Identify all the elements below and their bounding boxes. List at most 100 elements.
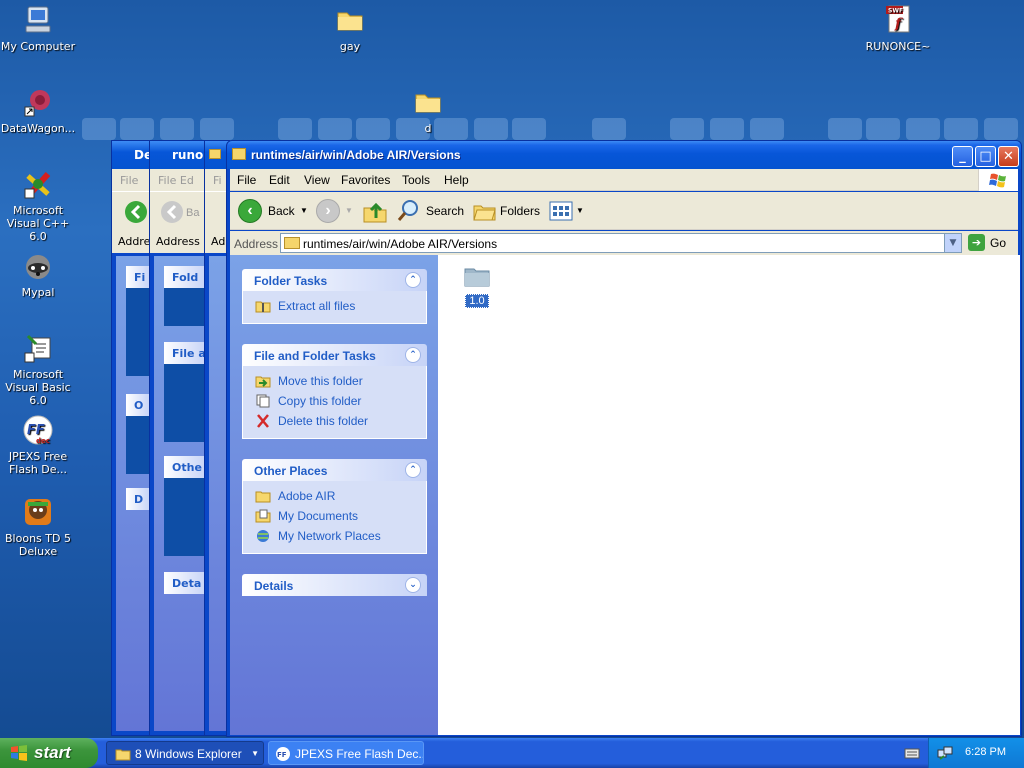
place-my-network-places[interactable]: My Network Places (255, 527, 426, 547)
maximize-button[interactable]: □ (975, 146, 996, 167)
visual-cpp-icon (22, 168, 54, 200)
desktop-icon-jpexs[interactable]: FF dec JPEXS Free Flash De... (0, 414, 78, 476)
task-move-folder[interactable]: Move this folder (255, 372, 426, 392)
desktop-icon-gay-folder[interactable]: gay (310, 4, 390, 53)
desktop-icon-visual-cpp[interactable]: Microsoft Visual C++ 6.0 (0, 168, 78, 243)
extract-zip-icon (255, 301, 271, 313)
search-label: Search (426, 204, 465, 218)
menu-view[interactable]: View (304, 173, 330, 187)
title-bar[interactable]: runtimes/air/win/Adobe AIR/Versions _ □ … (227, 141, 1021, 169)
task-copy-folder[interactable]: Copy this folder (255, 392, 426, 412)
search-button[interactable]: Search (396, 198, 464, 224)
collapse-chevron-icon[interactable]: ⌃ (405, 462, 421, 478)
menu-file[interactable]: File (237, 173, 256, 187)
desktop-icon-bloons[interactable]: Bloons TD 5 Deluxe (0, 496, 78, 558)
menu-help[interactable]: Help (444, 173, 469, 187)
system-tray: 6:28 PM (928, 738, 1024, 768)
panel-title: Othe (164, 456, 206, 478)
task-label: Move this folder (278, 374, 363, 388)
desktop-icon-datawagon[interactable]: DataWagon... (0, 86, 78, 135)
network-places-icon (257, 530, 269, 542)
back-button[interactable]: ‹ Back ▼ (236, 198, 308, 224)
back-label: Back (268, 204, 295, 218)
place-adobe-air[interactable]: Adobe AIR (255, 487, 426, 507)
go-button[interactable]: ➔ Go (968, 233, 1018, 253)
clock[interactable]: 6:28 PM (965, 746, 1006, 758)
taskbar-button-label: 8 Windows Explorer (135, 747, 242, 761)
file-folder-tasks-header[interactable]: File and Folder Tasks ⌃ (242, 344, 427, 366)
address-input[interactable]: runtimes/air/win/Adobe AIR/Versions ▼ (280, 233, 962, 253)
panel-title: Other Places (254, 464, 328, 478)
folder-item-1-0[interactable]: 1.0 (460, 265, 494, 308)
menu-tools[interactable]: Tools (402, 173, 430, 187)
back-arrow-icon: ‹ (238, 199, 262, 223)
desktop-icon-runonce-swf[interactable]: SWF f RUNONCE~ (858, 4, 938, 53)
desktop-icon-label: Mypal (21, 286, 55, 299)
forward-arrow-icon: › (316, 199, 340, 223)
explorer-window[interactable]: runtimes/air/win/Adobe AIR/Versions _ □ … (226, 140, 1022, 737)
task-delete-folder[interactable]: Delete this folder (255, 412, 426, 432)
address-dropdown-icon[interactable]: ▼ (944, 234, 961, 252)
desktop-icon-label: DataWagon... (0, 122, 76, 135)
desktop-icon-label: Microsoft Visual C++ 6.0 (6, 204, 70, 243)
background-window-1[interactable]: De File Addre Fi O D (111, 140, 151, 736)
taskbar: start 8 Windows Explorer ▼ FF JPEXS Free… (0, 738, 1024, 768)
address-label: Addre (112, 231, 150, 253)
address-bar: Address runtimes/air/win/Adobe AIR/Versi… (230, 231, 1018, 255)
folder-tasks-header[interactable]: Folder Tasks ⌃ (242, 269, 427, 291)
folder-tasks-panel: Folder Tasks ⌃ Extract all files (242, 269, 427, 324)
datawagon-shortcut-icon (22, 86, 54, 118)
place-my-documents[interactable]: My Documents (255, 507, 426, 527)
views-button[interactable]: ▼ (548, 198, 586, 224)
other-places-panel: Other Places ⌃ Adobe AIR My Documents My… (242, 459, 427, 554)
panel-title: File and Folder Tasks (254, 349, 376, 363)
folders-button[interactable]: Folders (472, 198, 541, 224)
desktop-icon-visual-basic[interactable]: Microsoft Visual Basic 6.0 (0, 332, 78, 407)
task-extract-all-files[interactable]: Extract all files (255, 297, 426, 317)
forward-button[interactable]: › ▼ (314, 198, 354, 224)
back-dropdown-icon[interactable]: ▼ (300, 206, 308, 215)
panel-title: Folder Tasks (254, 274, 328, 288)
window-menu: File Ed (150, 169, 206, 191)
menu-favorites[interactable]: Favorites (341, 173, 390, 187)
desktop-icon-mypal[interactable]: Mypal (0, 250, 78, 299)
other-places-header[interactable]: Other Places ⌃ (242, 459, 427, 481)
expand-chevron-icon[interactable]: ⌄ (405, 577, 421, 593)
collapse-chevron-icon[interactable]: ⌃ (405, 272, 421, 288)
details-header[interactable]: Details ⌄ (242, 574, 427, 596)
desktop-icon-label: RUNONCE~ (865, 40, 931, 53)
place-label: My Documents (278, 509, 359, 523)
window-menu: File (112, 169, 150, 191)
background-window-2[interactable]: runor File Ed Ba Address Fold File a Oth… (149, 140, 207, 736)
up-folder-button[interactable] (362, 198, 390, 224)
address-label: Address (150, 231, 206, 253)
windows-logo-icon (11, 745, 27, 761)
desktop-icon-my-computer[interactable]: My Computer (0, 4, 78, 53)
jpexs-ffdec-icon: FF (276, 747, 290, 761)
task-label: Delete this folder (278, 414, 369, 428)
start-button[interactable]: start (0, 738, 98, 768)
desktop-icon-d-folder[interactable]: d (388, 86, 468, 135)
windows-flag-logo-icon (978, 169, 1018, 191)
minimize-button[interactable]: _ (952, 146, 973, 167)
taskbar-button-jpexs[interactable]: FF JPEXS Free Flash Dec... (268, 741, 424, 765)
minimize-glyph: _ (959, 149, 966, 164)
menu-edit[interactable]: Edit (269, 173, 290, 187)
panel-title: Fi (126, 266, 150, 288)
panel-title: Fold (164, 266, 206, 288)
copy-folder-icon (256, 394, 270, 408)
window-title: runor (172, 148, 207, 162)
folder-icon (232, 148, 246, 160)
move-folder-icon (255, 376, 271, 388)
folders-label: Folders (500, 204, 541, 218)
network-tray-icon[interactable] (937, 745, 953, 761)
collapse-chevron-icon[interactable]: ⌃ (405, 347, 421, 363)
forward-dropdown-icon[interactable]: ▼ (345, 206, 353, 215)
close-button[interactable]: ✕ (998, 146, 1019, 167)
keyboard-icon[interactable] (904, 746, 920, 760)
bloons-icon (22, 496, 54, 528)
taskbar-button-explorer-group[interactable]: 8 Windows Explorer ▼ (106, 741, 264, 765)
swf-file-icon: SWF f (882, 4, 914, 36)
my-documents-icon (255, 509, 271, 523)
file-list-view[interactable]: 1.0 (438, 255, 1020, 735)
